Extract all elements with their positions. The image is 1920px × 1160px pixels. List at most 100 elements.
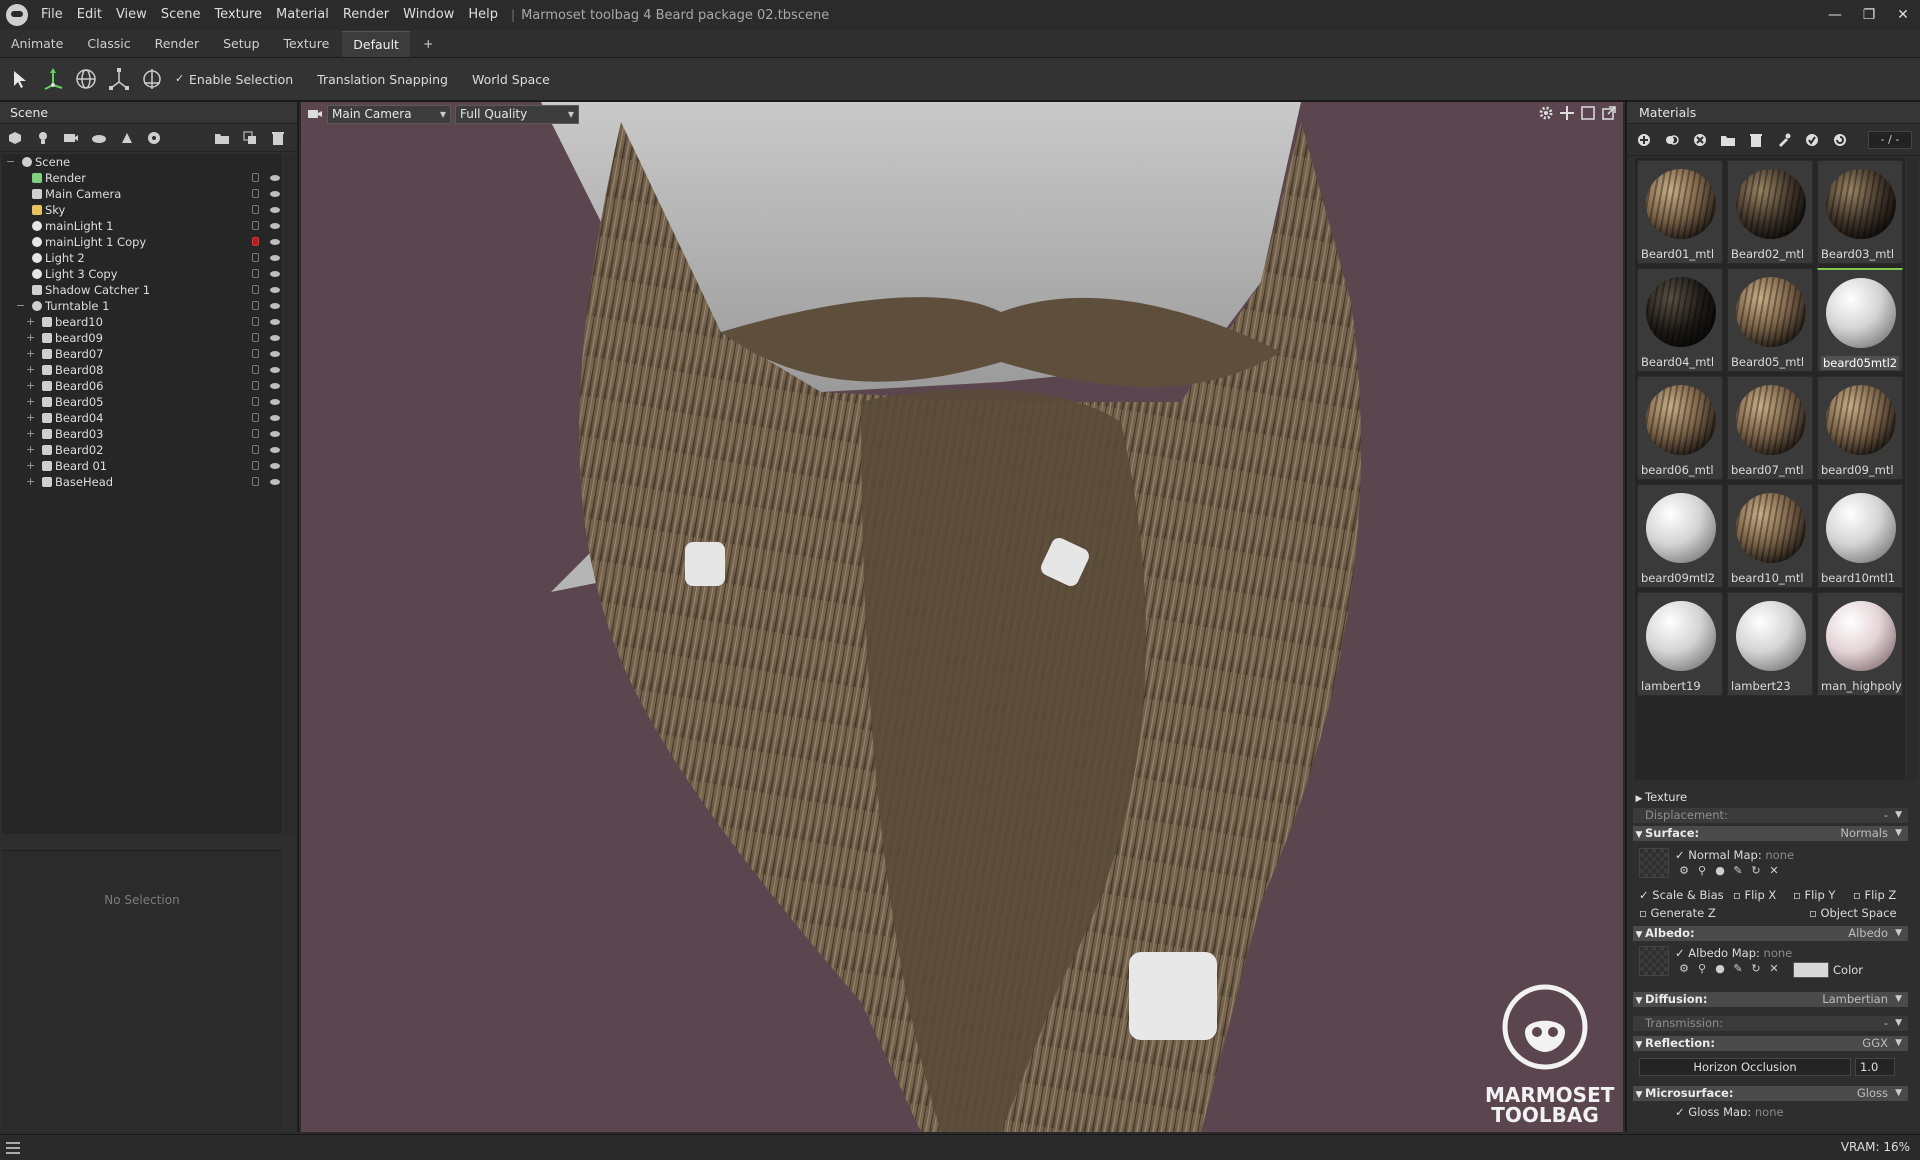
visibility-eye-icon[interactable] <box>270 223 280 229</box>
gear-icon[interactable]: ⚙ <box>1677 864 1691 878</box>
maximize-view-icon[interactable] <box>1580 105 1596 121</box>
close-button[interactable]: ✕ <box>1886 0 1920 30</box>
lock-icon[interactable] <box>252 301 259 310</box>
delete-material-icon[interactable] <box>1748 132 1764 148</box>
scale-gizmo-icon[interactable] <box>106 66 132 92</box>
visibility-eye-icon[interactable] <box>270 175 280 181</box>
horizon-occlusion-slider[interactable]: Horizon Occlusion <box>1639 1058 1851 1076</box>
material-swatch[interactable]: Beard01_mtl <box>1637 160 1723 264</box>
expand-icon[interactable]: + <box>26 314 35 330</box>
diffusion-section[interactable]: ▼ Diffusion: Lambertian ▼ <box>1633 992 1908 1007</box>
expand-icon[interactable]: + <box>26 442 35 458</box>
add-mesh-icon[interactable] <box>6 129 24 147</box>
scene-tree-row[interactable]: Sky <box>2 202 282 218</box>
maximize-button[interactable]: ❐ <box>1852 0 1886 30</box>
material-swatch[interactable]: Beard05_mtl <box>1727 268 1813 372</box>
pivot-gizmo-icon[interactable] <box>139 66 165 92</box>
scene-tree-row[interactable]: Render <box>2 170 282 186</box>
lock-icon[interactable] <box>252 445 259 454</box>
visibility-eye-icon[interactable] <box>270 447 280 453</box>
world-space-toggle[interactable]: World Space <box>458 72 550 87</box>
popout-view-icon[interactable] <box>1601 105 1617 121</box>
lock-icon[interactable] <box>252 429 259 438</box>
lock-icon[interactable] <box>252 461 259 470</box>
scene-tree-row[interactable]: + Beard 01 <box>2 458 282 474</box>
paint-icon[interactable]: ● <box>1713 962 1727 976</box>
enable-selection-toggle[interactable]: ✓ Enable Selection <box>175 72 293 87</box>
scene-tree-row[interactable]: + beard10 <box>2 314 282 330</box>
visibility-eye-icon[interactable] <box>270 351 280 357</box>
tab-texture[interactable]: Texture <box>273 31 341 57</box>
tab-setup[interactable]: Setup <box>212 31 270 57</box>
expand-icon[interactable]: + <box>26 330 35 346</box>
microsurface-section[interactable]: ▼ Microsurface: Gloss ▼ <box>1633 1086 1908 1101</box>
visibility-eye-icon[interactable] <box>270 239 280 245</box>
transmission-section[interactable]: Transmission: - ▼ <box>1633 1016 1908 1031</box>
lock-icon[interactable] <box>252 173 259 182</box>
scene-tree-row[interactable]: + Beard04 <box>2 410 282 426</box>
scene-tree-row[interactable]: + beard09 <box>2 330 282 346</box>
add-light-icon[interactable] <box>34 129 52 147</box>
scene-tree-row[interactable]: + Beard07 <box>2 346 282 362</box>
scene-tree-row[interactable]: Main Camera <box>2 186 282 202</box>
tab-render[interactable]: Render <box>144 31 211 57</box>
scene-tree-row[interactable]: Light 3 Copy <box>2 266 282 282</box>
new-material-icon[interactable] <box>1636 132 1652 148</box>
menu-edit[interactable]: Edit <box>70 0 109 30</box>
reflection-section[interactable]: ▼ Reflection: GGX ▼ <box>1633 1036 1908 1051</box>
folder-icon[interactable] <box>213 129 231 147</box>
search-icon[interactable]: ⚲ <box>1695 962 1709 976</box>
visibility-eye-icon[interactable] <box>270 415 280 421</box>
lock-icon[interactable] <box>252 221 259 230</box>
eyedropper-icon[interactable] <box>1776 132 1792 148</box>
expand-icon[interactable]: + <box>26 394 35 410</box>
duplicate-material-icon[interactable] <box>1664 132 1680 148</box>
refresh-material-icon[interactable] <box>1832 132 1848 148</box>
tab-animate[interactable]: Animate <box>0 31 74 57</box>
visibility-eye-icon[interactable] <box>270 335 280 341</box>
add-turntable-icon[interactable] <box>146 129 164 147</box>
visibility-eye-icon[interactable] <box>270 287 280 293</box>
visibility-eye-icon[interactable] <box>270 271 280 277</box>
folder-material-icon[interactable] <box>1720 132 1736 148</box>
scene-tree-row[interactable]: + Beard03 <box>2 426 282 442</box>
clear-icon[interactable]: ✕ <box>1767 962 1781 976</box>
edit-icon[interactable]: ✎ <box>1731 864 1745 878</box>
scene-tree-row[interactable]: Light 2 <box>2 250 282 266</box>
menu-view[interactable]: View <box>109 0 154 30</box>
lock-icon[interactable] <box>252 237 259 246</box>
scene-tree-row[interactable]: + Beard06 <box>2 378 282 394</box>
material-swatch[interactable]: Beard02_mtl <box>1727 160 1813 264</box>
menu-help[interactable]: Help <box>461 0 505 30</box>
material-swatch[interactable]: beard05mtl2 <box>1817 268 1903 372</box>
app-logo-icon[interactable] <box>6 4 28 26</box>
select-arrow-icon[interactable] <box>7 66 33 92</box>
flip-y-checkbox[interactable]: ▫ Flip Y <box>1793 888 1835 902</box>
materials-scrollbar[interactable] <box>1907 158 1917 780</box>
scene-tree-row[interactable]: − Turntable 1 <box>2 298 282 314</box>
expand-icon[interactable]: + <box>26 410 35 426</box>
generate-z-checkbox[interactable]: ▫ Generate Z <box>1639 906 1716 920</box>
move-view-icon[interactable] <box>1559 105 1575 121</box>
material-swatch[interactable]: beard10_mtl <box>1727 484 1813 588</box>
albedo-section[interactable]: ▼ Albedo: Albedo ▼ <box>1633 926 1908 941</box>
expand-icon[interactable]: + <box>26 474 35 490</box>
add-tab-button[interactable]: + <box>412 31 444 57</box>
normal-map-row[interactable]: ✓ Normal Map: none <box>1675 848 1794 862</box>
material-swatch[interactable]: Beard03_mtl <box>1817 160 1903 264</box>
add-camera-icon[interactable] <box>62 129 80 147</box>
material-swatch[interactable]: lambert23 <box>1727 592 1813 696</box>
camera-icon[interactable] <box>307 106 323 122</box>
menu-material[interactable]: Material <box>269 0 336 30</box>
lock-icon[interactable] <box>252 365 259 374</box>
material-swatch[interactable]: Beard04_mtl <box>1637 268 1723 372</box>
collapse-icon[interactable]: − <box>16 298 25 314</box>
rotate-gizmo-icon[interactable] <box>73 66 99 92</box>
paint-icon[interactable]: ● <box>1713 864 1727 878</box>
search-icon[interactable]: ⚲ <box>1695 864 1709 878</box>
translate-gizmo-icon[interactable] <box>40 66 66 92</box>
lock-icon[interactable] <box>252 477 259 486</box>
menu-file[interactable]: File <box>34 0 70 30</box>
scene-tree-scrollbar[interactable] <box>284 154 296 834</box>
albedo-map-thumbnail[interactable] <box>1639 946 1669 976</box>
